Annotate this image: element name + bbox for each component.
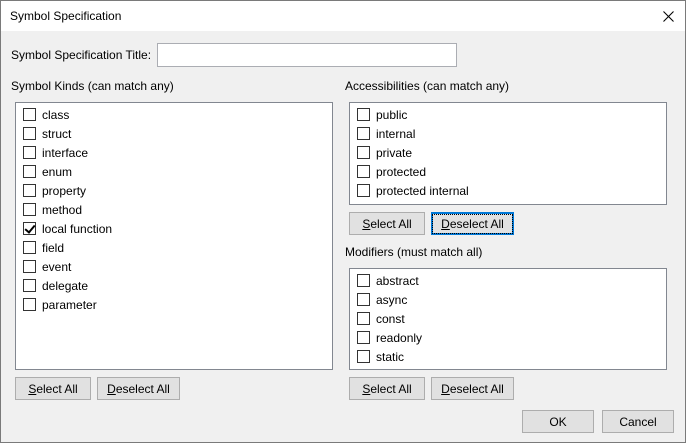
checkbox[interactable] — [23, 108, 36, 121]
checkbox[interactable] — [23, 146, 36, 159]
checkbox-item[interactable]: async — [357, 290, 407, 309]
checkbox[interactable] — [23, 203, 36, 216]
checkbox-item[interactable]: internal — [357, 124, 415, 143]
checkbox-item[interactable]: private — [357, 143, 412, 162]
modifiers-deselect-all-button[interactable]: Deselect All — [431, 377, 514, 400]
symbol-kinds-heading: Symbol Kinds (can match any) — [11, 79, 174, 93]
checkbox[interactable] — [23, 184, 36, 197]
checkbox-label: field — [42, 240, 65, 255]
checkbox[interactable] — [357, 127, 370, 140]
checkbox-label: protected — [376, 164, 427, 179]
checkbox[interactable] — [357, 108, 370, 121]
checkbox-item[interactable]: local function — [23, 219, 112, 238]
checkbox-item[interactable]: enum — [23, 162, 72, 181]
checkbox-item[interactable]: event — [23, 257, 71, 276]
checkbox-item[interactable]: static — [357, 347, 404, 366]
accessibilities-select-all-button[interactable]: Select All — [349, 212, 425, 235]
deselect-all-label: Deselect All — [432, 213, 513, 234]
checkbox-item[interactable]: protected — [357, 162, 426, 181]
checkbox[interactable] — [23, 165, 36, 178]
checkbox-label: internal — [376, 126, 416, 141]
checkbox-label: readonly — [376, 330, 423, 345]
ok-button[interactable]: OK — [522, 410, 594, 433]
checkbox-item[interactable]: interface — [23, 143, 88, 162]
modifiers-select-all-button[interactable]: Select All — [349, 377, 425, 400]
checkbox[interactable] — [357, 146, 370, 159]
checkbox-item[interactable]: struct — [23, 124, 71, 143]
close-button[interactable] — [651, 1, 685, 31]
checkbox-label: const — [376, 311, 405, 326]
close-icon — [662, 10, 674, 22]
checkbox[interactable] — [357, 274, 370, 287]
checkbox-label: interface — [42, 145, 89, 160]
checkbox-item[interactable]: readonly — [357, 328, 422, 347]
checkbox-label: event — [42, 259, 72, 274]
checkbox[interactable] — [357, 312, 370, 325]
accessibilities-deselect-all-button[interactable]: Deselect All — [431, 212, 514, 235]
checkbox-item[interactable]: protected internal — [357, 181, 469, 200]
select-all-label: Select All — [28, 381, 78, 396]
symbol-kinds-select-all-button[interactable]: Select All — [15, 377, 91, 400]
checkbox-item[interactable]: property — [23, 181, 86, 200]
checkbox[interactable] — [23, 260, 36, 273]
checkbox-label: parameter — [42, 297, 97, 312]
checkbox-item[interactable]: delegate — [23, 276, 88, 295]
title-bar: Symbol Specification — [1, 1, 685, 31]
checkbox[interactable] — [357, 293, 370, 306]
select-all-label: Select All — [362, 381, 412, 396]
checkbox[interactable] — [23, 241, 36, 254]
checkbox-label: delegate — [42, 278, 89, 293]
deselect-all-label: Deselect All — [107, 381, 170, 396]
checkbox-label: method — [42, 202, 83, 217]
ok-label: OK — [549, 414, 567, 429]
modifiers-heading: Modifiers (must match all) — [345, 245, 483, 259]
checkbox-item[interactable]: abstract — [357, 271, 419, 290]
deselect-all-label: Deselect All — [441, 381, 504, 396]
checkbox-label: public — [376, 107, 408, 122]
cancel-label: Cancel — [619, 414, 657, 429]
accessibilities-list[interactable]: public internal private protected protected … — [349, 102, 667, 205]
checkbox-item[interactable]: class — [23, 105, 69, 124]
checkbox[interactable] — [357, 184, 370, 197]
symbol-specification-dialog: Symbol Specification Symbol Specificatio… — [0, 0, 686, 443]
checkbox-label: abstract — [376, 273, 419, 288]
checkbox[interactable] — [357, 331, 370, 344]
checkbox-label: async — [376, 292, 408, 307]
spec-title-input[interactable] — [157, 43, 457, 67]
checkbox[interactable] — [23, 127, 36, 140]
checkbox-item[interactable]: public — [357, 105, 407, 124]
checkbox-item[interactable]: const — [357, 309, 405, 328]
checkbox-label: property — [42, 183, 87, 198]
spec-title-label: Symbol Specification Title: — [11, 48, 152, 62]
checkbox-label: struct — [42, 126, 72, 141]
checkbox-label: static — [376, 349, 405, 364]
checkbox-label: private — [376, 145, 413, 160]
modifiers-list[interactable]: abstract async const readonly static — [349, 268, 667, 370]
checkbox[interactable] — [357, 165, 370, 178]
checkbox-label: enum — [42, 164, 73, 179]
checkbox[interactable] — [23, 279, 36, 292]
checkbox-label: class — [42, 107, 70, 122]
checkbox[interactable] — [23, 298, 36, 311]
checkbox-label: protected internal — [376, 183, 469, 198]
symbol-kinds-deselect-all-button[interactable]: Deselect All — [97, 377, 180, 400]
checked-checkbox[interactable] — [23, 222, 36, 235]
checkbox[interactable] — [357, 350, 370, 363]
cancel-button[interactable]: Cancel — [602, 410, 674, 433]
checkbox-item[interactable]: parameter — [23, 295, 97, 314]
checkbox-label: local function — [42, 221, 113, 236]
checkbox-item[interactable]: field — [23, 238, 64, 257]
symbol-kinds-list[interactable]: class struct interface enum property method lo… — [15, 102, 333, 370]
checkbox-item[interactable]: method — [23, 200, 82, 219]
window-title: Symbol Specification — [10, 9, 122, 23]
accessibilities-heading: Accessibilities (can match any) — [345, 79, 510, 93]
select-all-label: Select All — [362, 216, 412, 231]
